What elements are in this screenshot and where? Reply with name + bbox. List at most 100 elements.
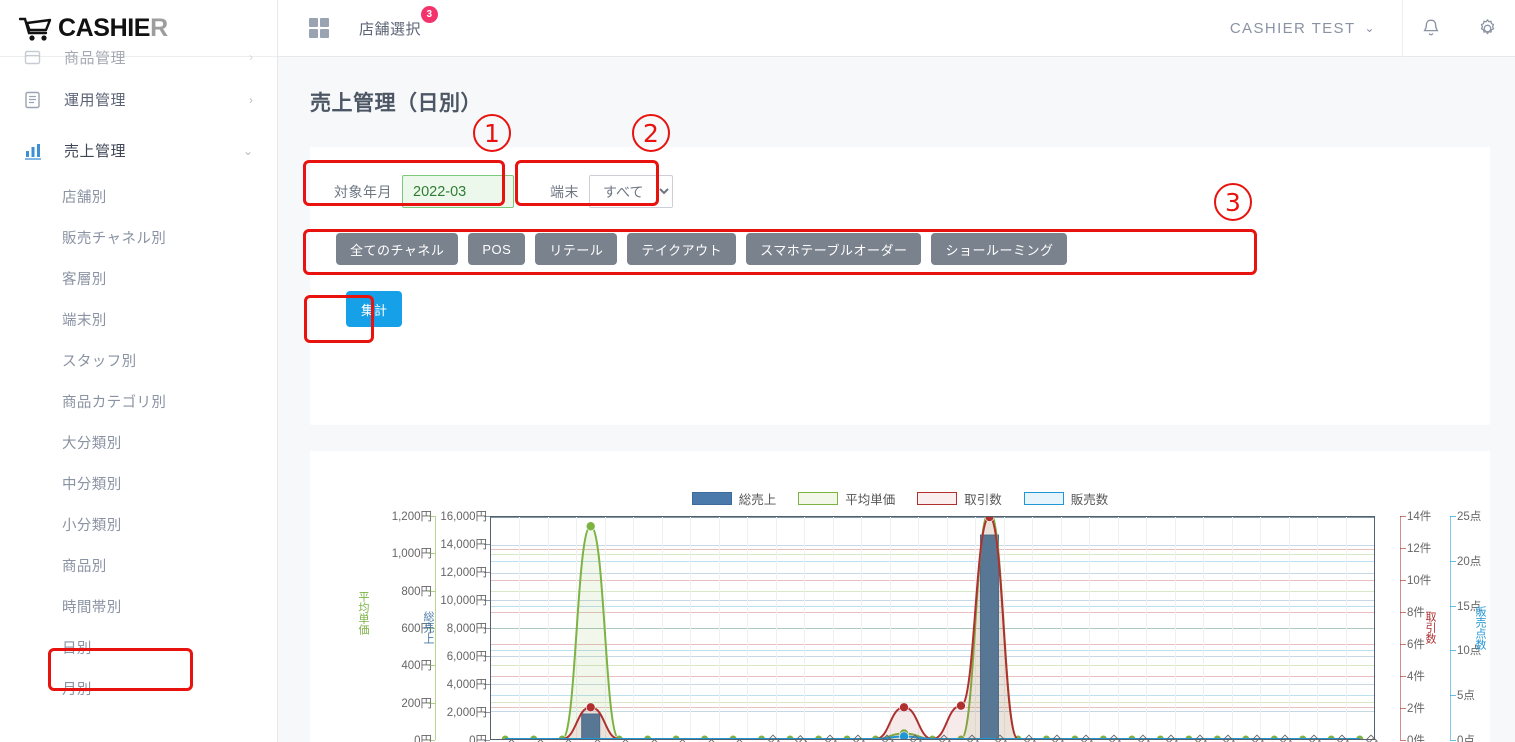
channel-button[interactable]: ショールーミング: [931, 233, 1068, 265]
axis-tick-mark: [1450, 560, 1456, 562]
axis-title: 取引数: [1424, 611, 1436, 644]
channel-button[interactable]: リテール: [535, 233, 618, 265]
grid-icon[interactable]: [309, 18, 329, 38]
settings-button[interactable]: [1459, 0, 1515, 57]
axis-title: 販売点数: [1474, 606, 1486, 650]
axis-tick-mark: [1400, 580, 1406, 581]
brand-name: CASHIER: [58, 14, 168, 43]
area-取引数: [505, 517, 1360, 739]
terminal-label: 端末: [550, 183, 579, 200]
axis-title: 総売上: [422, 611, 434, 644]
axis-tick-label: 6,000円: [446, 651, 487, 663]
month-input[interactable]: [402, 175, 514, 208]
axis-tick-label: 2,000円: [446, 707, 487, 719]
channel-button[interactable]: テイクアウト: [627, 233, 737, 265]
sidebar-item-sales-management[interactable]: 売上管理 ⌄: [0, 125, 277, 176]
sidebar-sub-item[interactable]: 商品カテゴリ別: [0, 381, 277, 422]
channel-button[interactable]: POS: [468, 233, 526, 265]
axis-tick-mark: [1400, 548, 1406, 549]
chevron-right-icon: ›: [249, 92, 253, 107]
sidebar-item-label: 売上管理: [64, 143, 127, 160]
page-title: 売上管理（日別）: [310, 92, 482, 115]
annotation-circle-2: 2: [632, 114, 670, 152]
user-menu[interactable]: CASHIER TEST ⌄: [1230, 20, 1402, 37]
sidebar-sub-item[interactable]: 客層別: [0, 258, 277, 299]
legend-label: 取引数: [964, 493, 1002, 507]
annotation-circle-3: 3: [1214, 183, 1252, 221]
sidebar-item-operation-management[interactable]: 運用管理 ›: [0, 74, 277, 125]
axis-tick-mark: [1400, 516, 1406, 517]
legend-swatch: [691, 492, 732, 505]
legend-item[interactable]: 平均単価: [798, 489, 895, 508]
channel-button[interactable]: スマホテーブルオーダー: [746, 233, 922, 265]
notifications-button[interactable]: [1403, 0, 1459, 57]
axis-tick-label: 16,000円: [440, 511, 487, 523]
bell-icon: [1423, 19, 1439, 35]
axis-tick-label: 5点: [1457, 690, 1475, 703]
sidebar-sub-item-label: 小分類別: [62, 518, 122, 534]
sidebar-sub-item-label: 日別: [62, 641, 92, 657]
legend-item[interactable]: 販売数: [1023, 489, 1109, 508]
axis-tick-mark: [1450, 740, 1456, 741]
axis-tick-mark: [1400, 708, 1406, 709]
channel-button-group: 全てのチャネル POS リテール テイクアウト スマホテーブルオーダー ショールーミング: [310, 208, 1490, 265]
sidebar-sub-item[interactable]: 商品別: [0, 545, 277, 586]
axis-tick-mark: [429, 702, 435, 704]
area-平均単価: [505, 517, 1360, 739]
sidebar-item-label: 商品管理: [64, 49, 127, 67]
point-取引数: [899, 702, 909, 713]
sidebar-sub-item[interactable]: 月別: [0, 668, 277, 709]
axis-tick-label: 10,000円: [440, 595, 487, 607]
sidebar-sub-item[interactable]: 日別: [0, 627, 277, 668]
axis-tick-mark: [1450, 516, 1456, 517]
channel-button[interactable]: 全てのチャネル: [336, 233, 459, 265]
sidebar: CASHIER 商品管理 › 運用管理 › 売上管理 ⌄ 店舗別 販売チャネル別…: [0, 0, 278, 742]
chevron-right-icon: ›: [249, 50, 253, 64]
user-name-label: CASHIER TEST: [1229, 19, 1356, 37]
aggregate-button[interactable]: 集計: [346, 291, 402, 327]
sidebar-sub-item-label: 大分類別: [62, 436, 122, 452]
sidebar-item-product-management[interactable]: 商品管理 ›: [0, 40, 277, 74]
axis-tick-label: 400円: [401, 660, 432, 673]
annotation-number: 1: [484, 118, 500, 148]
sidebar-sub-item[interactable]: スタッフ別: [0, 340, 277, 381]
terminal-select[interactable]: すべて: [589, 175, 673, 208]
chart-plot-area: 0円 200円 400円 600円 800円 1,000円 1,200円 平均単価 0円 2,00…: [310, 511, 1490, 742]
legend-label: 平均単価: [845, 493, 896, 507]
axis-tick-mark: [429, 516, 435, 517]
axis-tick-label: 4件: [1407, 671, 1425, 683]
legend-label: 販売数: [1070, 493, 1109, 507]
legend-item[interactable]: 取引数: [917, 489, 1002, 508]
chevron-down-icon: ⌄: [242, 143, 253, 158]
brand-name-light: R: [150, 13, 168, 42]
axis-tick-label: 0件: [1407, 735, 1425, 742]
sidebar-sub-item[interactable]: 大分類別: [0, 422, 277, 463]
sidebar-sub-list: 店舗別販売チャネル別客層別 端末別 スタッフ別商品カテゴリ別 大分類別中分類別小分類別…: [0, 176, 277, 709]
axis-tick-label: 12,000円: [440, 567, 487, 579]
sidebar-sub-item-label: 販売チャネル別: [62, 231, 167, 247]
main-content: 売上管理（日別） 対象年月 端末 すべて 全てのチャネル POS リテールテイクアウ…: [278, 57, 1515, 742]
sidebar-sub-item[interactable]: 販売チャネル別: [0, 217, 277, 258]
axis-tick-label: 20点: [1457, 555, 1482, 568]
sidebar-sub-item[interactable]: 店舗別: [0, 176, 277, 217]
axis-line: [1450, 516, 1451, 740]
sidebar-sub-item[interactable]: 中分類別: [0, 463, 277, 504]
store-badge: 3: [421, 5, 439, 23]
line-取引数: [505, 517, 1360, 739]
sidebar-sub-item[interactable]: 小分類別: [0, 504, 277, 545]
sidebar-sub-item[interactable]: 端末別: [0, 299, 277, 340]
axis-tick-label: 10件: [1407, 575, 1432, 587]
sidebar-sub-item-label: 商品カテゴリ別: [62, 395, 167, 411]
chevron-down-icon: ⌄: [1364, 21, 1376, 35]
sidebar-sub-item[interactable]: 時間帯別: [0, 586, 277, 627]
axis-tick-mark: [1450, 605, 1456, 607]
axis-tick-label: 2件: [1407, 703, 1425, 715]
axis-tick-mark: [1400, 740, 1406, 741]
chart-series: [501, 517, 1364, 739]
axis-tick-mark: [1400, 676, 1406, 677]
axis-title: 平均単価: [357, 591, 369, 635]
legend-item[interactable]: 総売上: [691, 489, 776, 508]
axis-tick-mark: [429, 740, 435, 741]
axis-tick-label: 14,000円: [440, 539, 487, 551]
store-select-button[interactable]: 店舗選択 3: [359, 5, 439, 39]
